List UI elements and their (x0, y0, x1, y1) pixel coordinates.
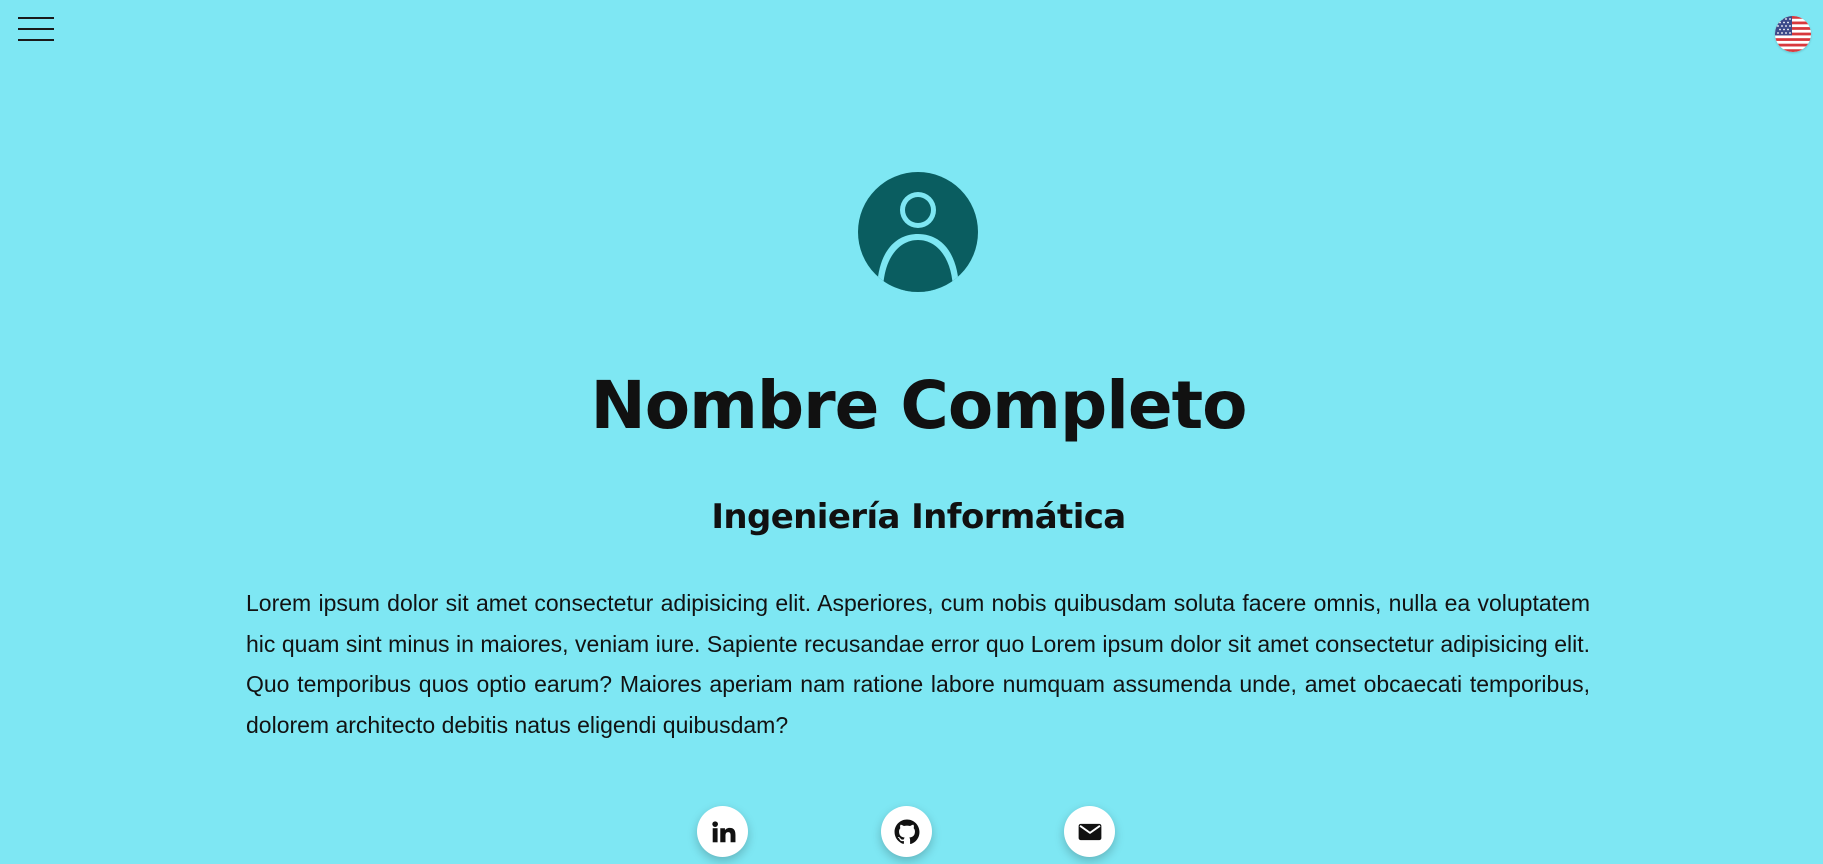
social-links (0, 806, 1823, 858)
menu-line (18, 28, 54, 30)
language-toggle-button[interactable] (1775, 16, 1811, 52)
profile-name: Nombre Completo (590, 367, 1248, 444)
linkedin-button[interactable] (697, 806, 748, 857)
menu-line (18, 17, 54, 19)
profile-bio: Lorem ipsum dolor sit amet consectetur a… (246, 590, 1590, 738)
email-button[interactable] (1064, 806, 1115, 857)
mail-icon (1078, 823, 1101, 840)
github-button[interactable] (881, 806, 932, 857)
linkedin-icon (711, 820, 735, 842)
hamburger-menu-icon[interactable] (18, 17, 54, 42)
user-avatar-icon (858, 172, 978, 292)
github-icon (894, 819, 919, 844)
profile-title: Ingeniería Informática (711, 497, 1126, 537)
menu-line (18, 39, 54, 41)
profile-avatar (858, 172, 978, 292)
portfolio-page: Nombre Completo Ingeniería Informática L… (0, 0, 1823, 864)
us-flag-icon (1775, 16, 1811, 52)
